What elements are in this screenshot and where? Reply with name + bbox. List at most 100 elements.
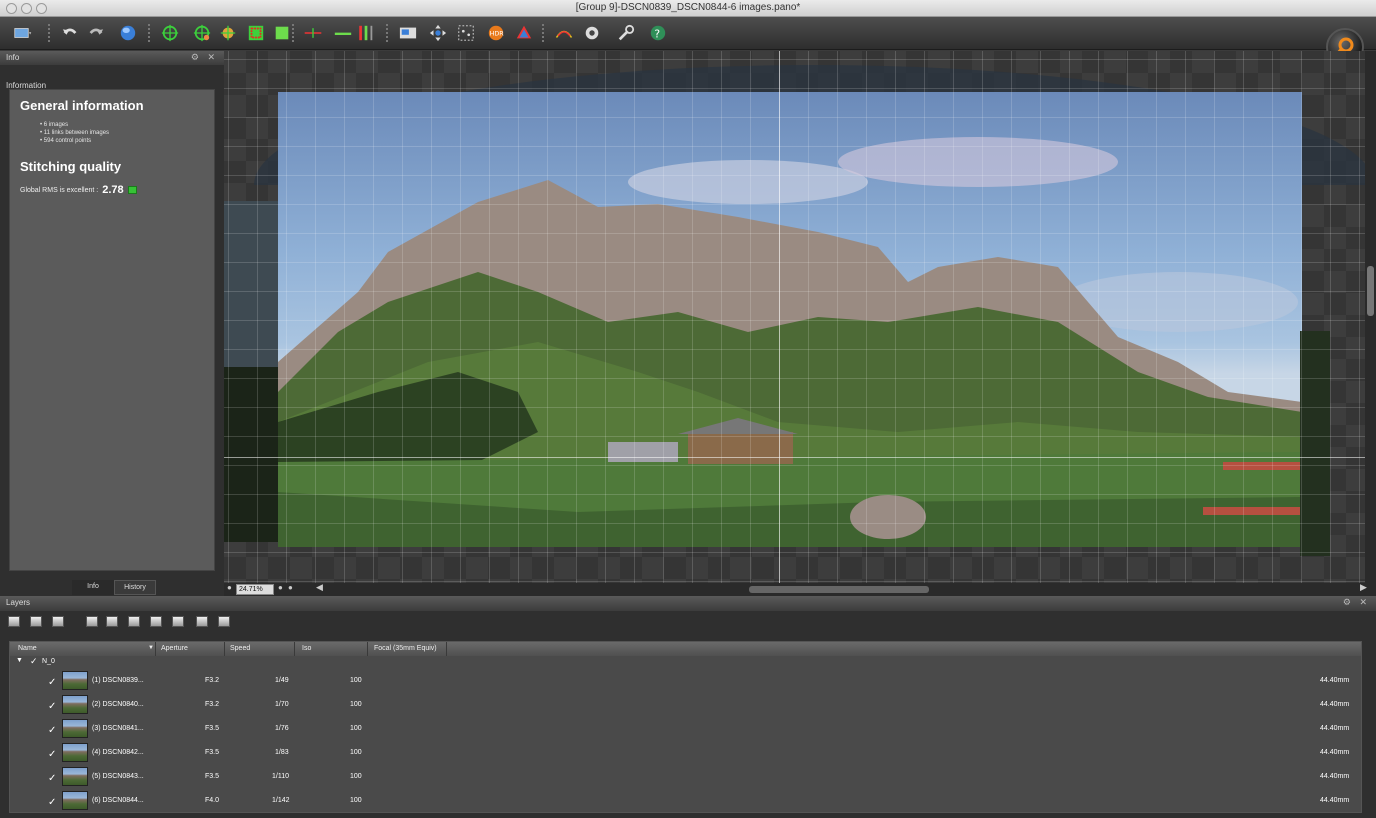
info-item-control-points: 594 control points: [40, 137, 214, 145]
vertical-guide[interactable]: [779, 51, 780, 583]
project-icon[interactable]: [8, 23, 38, 43]
layer-check-icon[interactable]: ✓: [48, 749, 56, 760]
layer-thumbnail: [62, 695, 88, 714]
layer-speed: 1/70: [275, 701, 289, 708]
vertical-scroll-thumb[interactable]: [1367, 266, 1374, 316]
horizon-icon[interactable]: [300, 23, 326, 43]
layer-aperture: F4.0: [205, 797, 220, 804]
layer-iso: 100: [350, 773, 362, 780]
layer-name: (2) DSCN0840...: [92, 701, 144, 708]
scroll-right-icon[interactable]: ▶: [1360, 582, 1367, 593]
render-icon[interactable]: [552, 23, 576, 43]
layer-row[interactable]: ✓ (2) DSCN0840... F3.2 1/70 100 44.40mm: [10, 692, 1361, 716]
horizon-guide[interactable]: [224, 457, 1365, 458]
zoom-field[interactable]: 24.71%: [236, 584, 274, 595]
layers-toolbar: [0, 611, 1376, 633]
svg-text:?: ?: [654, 28, 660, 41]
color-icon[interactable]: [514, 23, 534, 43]
settings-icon[interactable]: [582, 23, 602, 43]
pano-edge-left-ground: [224, 367, 284, 542]
window-title: [Group 9]-DSCN0839_DSCN0844-6 images.pan…: [575, 2, 801, 13]
layer-aperture: F3.2: [205, 701, 220, 708]
tab-info[interactable]: Info: [72, 580, 114, 595]
add-control-point-icon[interactable]: [192, 23, 212, 43]
layer-row[interactable]: ✓ (6) DSCN0844... F4.0 1/142 100 44.40mm: [10, 788, 1361, 812]
app-window: [Group 9]-DSCN0839_DSCN0844-6 images.pan…: [0, 0, 1376, 818]
layer-thumbnail: [62, 743, 88, 762]
layer-check-icon[interactable]: ✓: [48, 677, 56, 688]
group-expand-icon[interactable]: ▼: [16, 657, 23, 664]
layer-focal: 44.40mm: [1320, 797, 1350, 804]
info-panel-tabs: Info History: [0, 580, 224, 596]
layer-aperture: F3.5: [205, 749, 220, 756]
mask-icon[interactable]: [272, 23, 292, 43]
group-check-icon[interactable]: ✓: [30, 656, 38, 667]
sphere-icon[interactable]: [118, 23, 138, 43]
info-panel: Info ⚙ ✕ Information General information…: [0, 51, 224, 596]
layer-group-row[interactable]: ▼ ✓ N_0: [10, 656, 1361, 668]
info-panel-controls[interactable]: ⚙ ✕: [191, 52, 218, 63]
undo-icon[interactable]: [60, 23, 80, 43]
main-toolbar: HDR ?: [0, 17, 1376, 66]
align-right-icon[interactable]: [128, 616, 140, 627]
layer-row[interactable]: ✓ (3) DSCN0841... F3.5 1/76 100 44.40mm: [10, 716, 1361, 740]
crop-icon[interactable]: [246, 23, 266, 43]
rms-value: 2.78: [102, 184, 124, 196]
layer-iso: 100: [350, 677, 362, 684]
vertical-lines-icon[interactable]: [356, 23, 376, 43]
layer-iso: 100: [350, 701, 362, 708]
panorama-canvas[interactable]: [224, 51, 1365, 583]
canvas-vertical-scrollbar[interactable]: [1365, 51, 1376, 583]
layer-speed: 1/76: [275, 725, 289, 732]
layer-check-icon[interactable]: ✓: [48, 725, 56, 736]
select-points-icon[interactable]: [456, 23, 476, 43]
layer-iso: 100: [350, 797, 362, 804]
layer-row[interactable]: ✓ (1) DSCN0839... F3.2 1/49 100 44.40mm: [10, 668, 1361, 692]
layer-check-icon[interactable]: ✓: [48, 773, 56, 784]
distribute-icon[interactable]: [218, 616, 230, 627]
move-icon[interactable]: [428, 23, 448, 43]
align-bottom-icon[interactable]: [196, 616, 208, 627]
preview-icon[interactable]: [398, 23, 418, 43]
layer-name: (5) DSCN0843...: [92, 773, 144, 780]
control-point-icon[interactable]: [160, 23, 180, 43]
layer-check-icon[interactable]: ✓: [48, 701, 56, 712]
layer-group-icon[interactable]: [8, 616, 20, 627]
layer-ungroup-icon[interactable]: [30, 616, 42, 627]
layer-aperture: F3.5: [205, 773, 220, 780]
stitching-quality-title: Stitching quality: [20, 159, 122, 174]
redo-icon[interactable]: [86, 23, 106, 43]
layer-row[interactable]: ✓ (5) DSCN0843... F3.5 1/110 100 44.40mm: [10, 764, 1361, 788]
align-center-icon[interactable]: [106, 616, 118, 627]
align-middle-icon[interactable]: [172, 616, 184, 627]
scroll-left-icon[interactable]: ◀: [316, 582, 323, 593]
info-panel-title: Info: [6, 53, 20, 62]
level-icon[interactable]: [332, 23, 354, 43]
anchor-icon[interactable]: [218, 23, 238, 43]
hdr-icon[interactable]: HDR: [486, 23, 506, 43]
align-left-icon[interactable]: [86, 616, 98, 627]
layer-stack-icon[interactable]: [52, 616, 64, 627]
layer-thumbnail: [62, 791, 88, 810]
layer-speed: 1/110: [272, 773, 289, 780]
zoom-reset-icon[interactable]: ●: [288, 583, 293, 592]
layer-thumbnail: [62, 719, 88, 738]
layer-iso: 100: [350, 725, 362, 732]
help-icon[interactable]: ?: [648, 23, 668, 43]
zoom-in-icon[interactable]: ●: [278, 583, 283, 592]
align-top-icon[interactable]: [150, 616, 162, 627]
layer-aperture: F3.2: [205, 677, 220, 684]
layer-thumbnail: [62, 767, 88, 786]
layer-focal: 44.40mm: [1320, 725, 1350, 732]
zoom-out-icon[interactable]: ●: [227, 583, 232, 592]
tools-icon[interactable]: [616, 23, 636, 43]
layer-iso: 100: [350, 749, 362, 756]
layer-name: (1) DSCN0839...: [92, 677, 144, 684]
layer-row[interactable]: ✓ (4) DSCN0842... F3.5 1/83 100 44.40mm: [10, 740, 1361, 764]
tab-history[interactable]: History: [114, 580, 156, 595]
layers-table: Name ▼ Aperture Speed Iso Focal (35mm Eq…: [9, 641, 1362, 813]
layer-speed: 1/49: [275, 677, 289, 684]
layer-check-icon[interactable]: ✓: [48, 797, 56, 808]
layers-panel-controls[interactable]: ⚙ ✕: [1343, 597, 1370, 608]
horizontal-scroll-thumb[interactable]: [749, 586, 929, 593]
